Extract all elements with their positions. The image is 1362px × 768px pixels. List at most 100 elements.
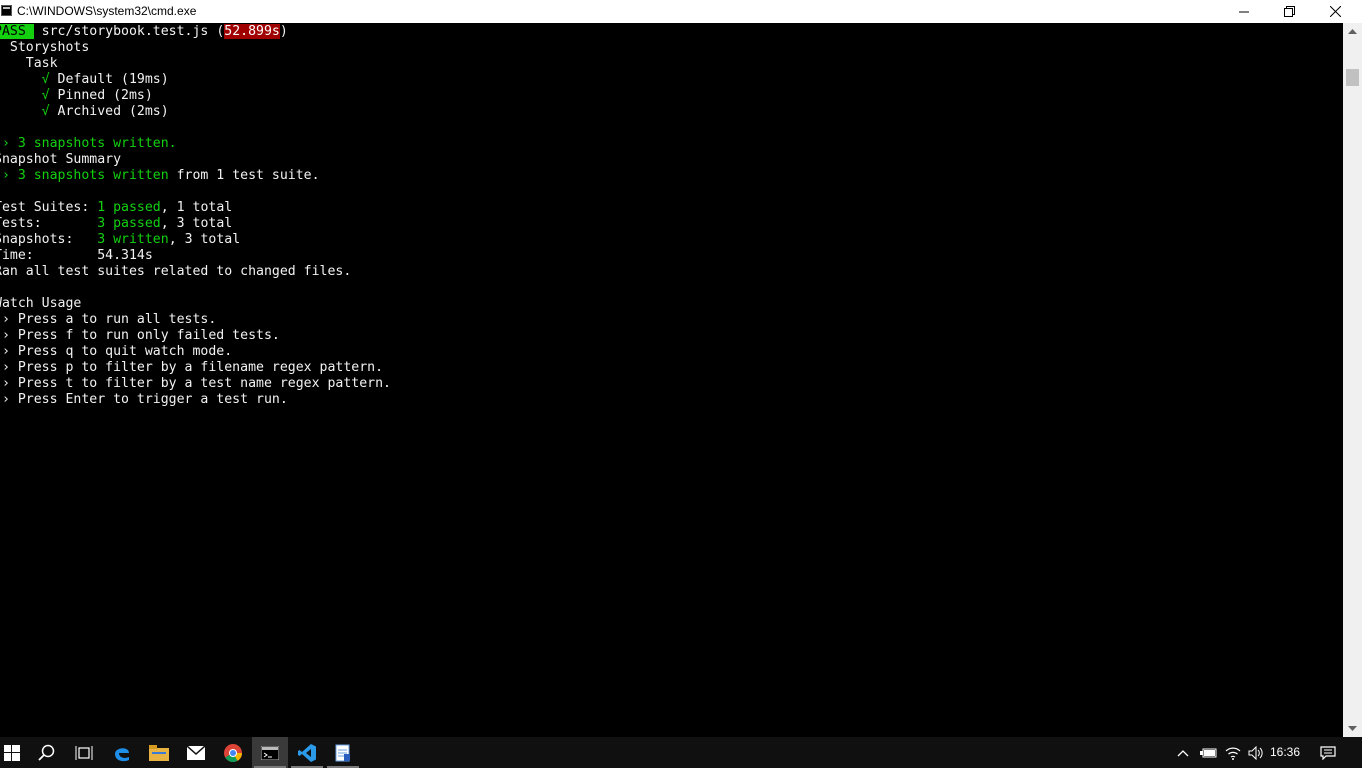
console-text-segment: , 1 total bbox=[160, 200, 233, 215]
chevron-up-icon bbox=[1177, 749, 1189, 756]
console-line: › Press f to run only failed tests. bbox=[0, 328, 391, 344]
console-line: √ Pinned (2ms) bbox=[0, 88, 391, 104]
console-text-segment: 3 written bbox=[97, 232, 169, 247]
console-line: › Press q to quit watch mode. bbox=[0, 344, 391, 360]
console-text-segment: › 3 snapshots written bbox=[0, 168, 169, 183]
taskbar-notepad[interactable] bbox=[325, 737, 361, 768]
taskbar: 16:36 bbox=[0, 737, 1362, 768]
window-title: C:\WINDOWS\system32\cmd.exe bbox=[17, 4, 197, 18]
console-text-segment: ) bbox=[279, 24, 288, 39]
vertical-scrollbar[interactable] bbox=[1343, 23, 1362, 737]
console-line: › Press p to filter by a filename regex … bbox=[0, 360, 391, 376]
console-text-segment: › Press p to filter by a filename regex … bbox=[0, 360, 384, 375]
console-text-segment: Pinned (2ms) bbox=[57, 88, 153, 103]
minimize-icon bbox=[1239, 11, 1249, 12]
console-text-segment: Snapshots: bbox=[0, 232, 98, 247]
maximize-button[interactable] bbox=[1266, 0, 1312, 23]
console-line: Test Suites: 1 passed, 1 total bbox=[0, 200, 391, 216]
start-icon bbox=[4, 744, 20, 761]
battery-icon bbox=[1200, 748, 1217, 757]
taskbar-cmd[interactable] bbox=[252, 737, 288, 768]
console-line: › Press t to filter by a test name regex… bbox=[0, 376, 391, 392]
console-text-segment: Snapshot Summary bbox=[0, 152, 122, 167]
console-line: Storyshots bbox=[0, 40, 391, 56]
file-explorer-icon bbox=[149, 744, 169, 761]
console-text-segment: Test Suites: bbox=[0, 200, 98, 215]
taskbar-file-explorer[interactable] bbox=[141, 737, 177, 768]
console-text-segment: › Press Enter to trigger a test run. bbox=[0, 392, 288, 407]
console-text-segment: Time: bbox=[0, 248, 98, 263]
console-line: PASS src/storybook.test.js (52.899s) bbox=[0, 24, 391, 40]
close-button[interactable] bbox=[1312, 0, 1358, 23]
console-output[interactable]: PASS src/storybook.test.js (52.899s) Sto… bbox=[0, 23, 1343, 737]
action-center-button[interactable] bbox=[1316, 737, 1340, 768]
battery-status[interactable] bbox=[1197, 737, 1219, 768]
taskbar-vscode[interactable] bbox=[289, 737, 325, 768]
console-text-segment: √ bbox=[0, 72, 58, 87]
taskbar-edge[interactable] bbox=[104, 737, 140, 768]
scrollbar-thumb[interactable] bbox=[1346, 69, 1359, 86]
console-line: › Press a to run all tests. bbox=[0, 312, 391, 328]
start-button[interactable] bbox=[0, 737, 24, 768]
console-text-segment: Archived (2ms) bbox=[57, 104, 169, 119]
volume-icon bbox=[1248, 745, 1263, 760]
taskbar-mail[interactable] bbox=[178, 737, 214, 768]
console-line: Watch Usage bbox=[0, 296, 391, 312]
scroll-down-button[interactable] bbox=[1343, 720, 1362, 737]
console-lines: PASS src/storybook.test.js (52.899s) Sto… bbox=[0, 24, 391, 408]
console-line: Tests: 3 passed, 3 total bbox=[0, 216, 391, 232]
window-title-bar[interactable]: C:\WINDOWS\system32\cmd.exe bbox=[0, 0, 1362, 23]
console-line: › 3 snapshots written from 1 test suite. bbox=[0, 168, 391, 184]
console-text-segment: src/storybook.test.js ( bbox=[33, 24, 225, 39]
console-text-segment: Tests: bbox=[0, 216, 98, 231]
taskbar-chrome[interactable] bbox=[215, 737, 251, 768]
action-center-icon bbox=[1320, 745, 1336, 760]
show-hidden-icons-button[interactable] bbox=[1174, 737, 1192, 768]
minimize-button[interactable] bbox=[1221, 0, 1267, 23]
edge-icon bbox=[115, 747, 129, 761]
console-text-segment: › Press q to quit watch mode. bbox=[0, 344, 233, 359]
console-text-segment: 3 passed bbox=[97, 216, 161, 231]
console-line: Time: 54.314s bbox=[0, 248, 391, 264]
scroll-up-button[interactable] bbox=[1343, 23, 1362, 40]
console-text-segment: √ bbox=[0, 104, 58, 119]
mail-icon bbox=[187, 745, 205, 760]
console-text-segment: Storyshots bbox=[0, 40, 90, 55]
search-button[interactable] bbox=[29, 737, 65, 768]
console-text-segment: Default (19ms) bbox=[57, 72, 169, 87]
console-line: √ Default (19ms) bbox=[0, 72, 391, 88]
console-text-segment: Watch Usage bbox=[0, 296, 82, 311]
task-view-icon bbox=[75, 745, 93, 760]
console-line: √ Archived (2ms) bbox=[0, 104, 391, 120]
console-text-segment: , 3 total bbox=[160, 216, 233, 231]
close-icon bbox=[1329, 6, 1341, 17]
console-line: Snapshots: 3 written, 3 total bbox=[0, 232, 391, 248]
console-text-segment: › Press f to run only failed tests. bbox=[0, 328, 280, 343]
console-line: › Press Enter to trigger a test run. bbox=[0, 392, 391, 408]
scroll-down-icon bbox=[1348, 726, 1357, 731]
console-line: Task bbox=[0, 56, 391, 72]
taskbar-clock[interactable]: 16:36 bbox=[1270, 745, 1300, 759]
console-text-segment: › Press t to filter by a test name regex… bbox=[0, 376, 391, 391]
cmd-app-icon bbox=[1, 5, 12, 16]
console-text-segment: PASS bbox=[0, 24, 34, 39]
chrome-icon bbox=[224, 743, 242, 762]
task-view-button[interactable] bbox=[66, 737, 102, 768]
vscode-icon bbox=[298, 743, 316, 762]
console-text-segment: from 1 test suite. bbox=[168, 168, 320, 183]
wifi-icon bbox=[1225, 747, 1241, 760]
console-text-segment: › Press a to run all tests. bbox=[0, 312, 217, 327]
restore-icon bbox=[1283, 6, 1295, 17]
console-line: Snapshot Summary bbox=[0, 152, 391, 168]
volume-control[interactable] bbox=[1245, 737, 1267, 768]
console-text-segment: 1 passed bbox=[97, 200, 161, 215]
console-text-segment: Ran all test suites related to changed f… bbox=[0, 264, 352, 279]
console-text-segment: Task bbox=[0, 56, 58, 71]
console-text-segment: √ bbox=[0, 88, 58, 103]
console-text-segment: , 3 total bbox=[168, 232, 241, 247]
console-line: › 3 snapshots written. bbox=[0, 136, 391, 152]
network-status[interactable] bbox=[1222, 737, 1244, 768]
scroll-up-icon bbox=[1348, 29, 1357, 34]
